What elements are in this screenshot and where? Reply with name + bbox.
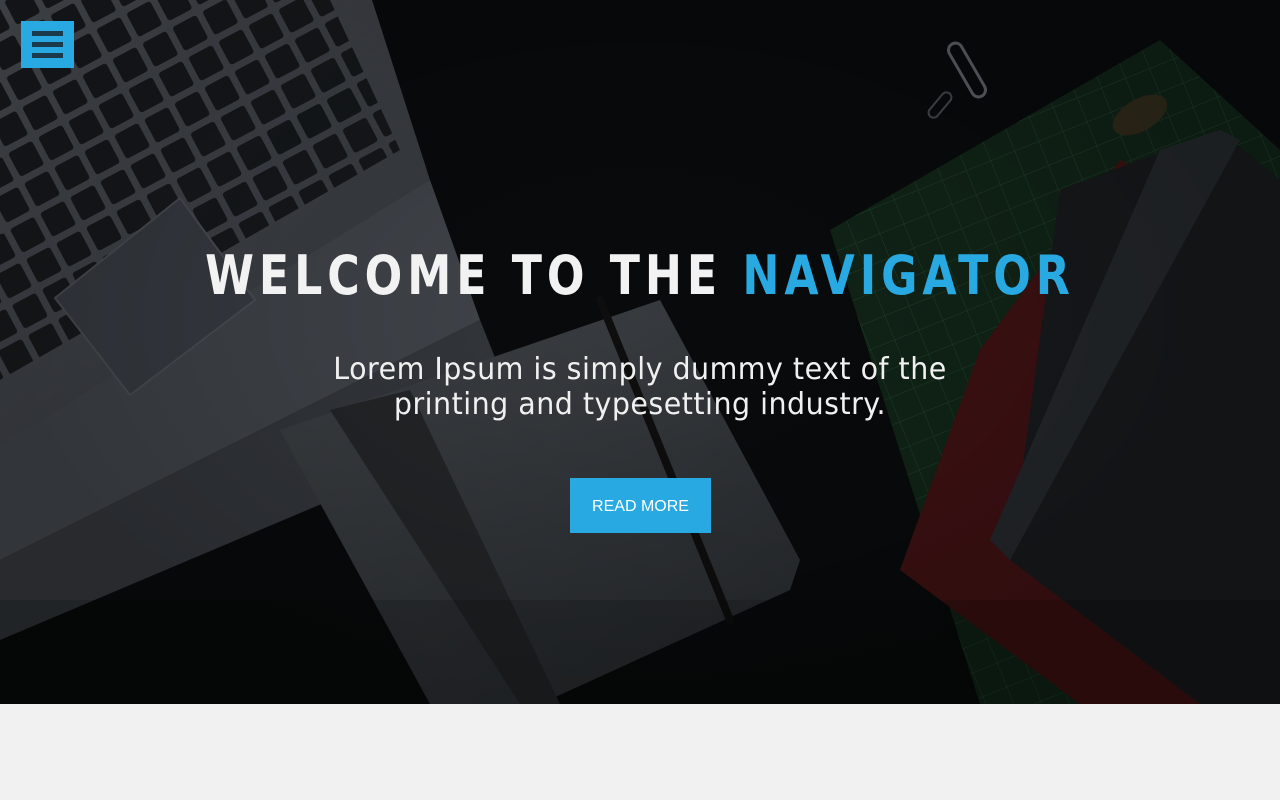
hero-title: WELCOME TO THE NAVIGATOR	[115, 243, 1165, 309]
content-section	[0, 704, 1280, 800]
read-more-button[interactable]: READ MORE	[570, 478, 711, 533]
hero-title-prefix: WELCOME TO THE	[205, 244, 723, 307]
hero-subtitle: Lorem Ipsum is simply dummy text of the …	[333, 352, 947, 422]
hero-title-accent: NAVIGATOR	[742, 244, 1075, 307]
hero-section: WELCOME TO THE NAVIGATOR Lorem Ipsum is …	[0, 0, 1280, 704]
menu-button[interactable]	[21, 21, 74, 68]
